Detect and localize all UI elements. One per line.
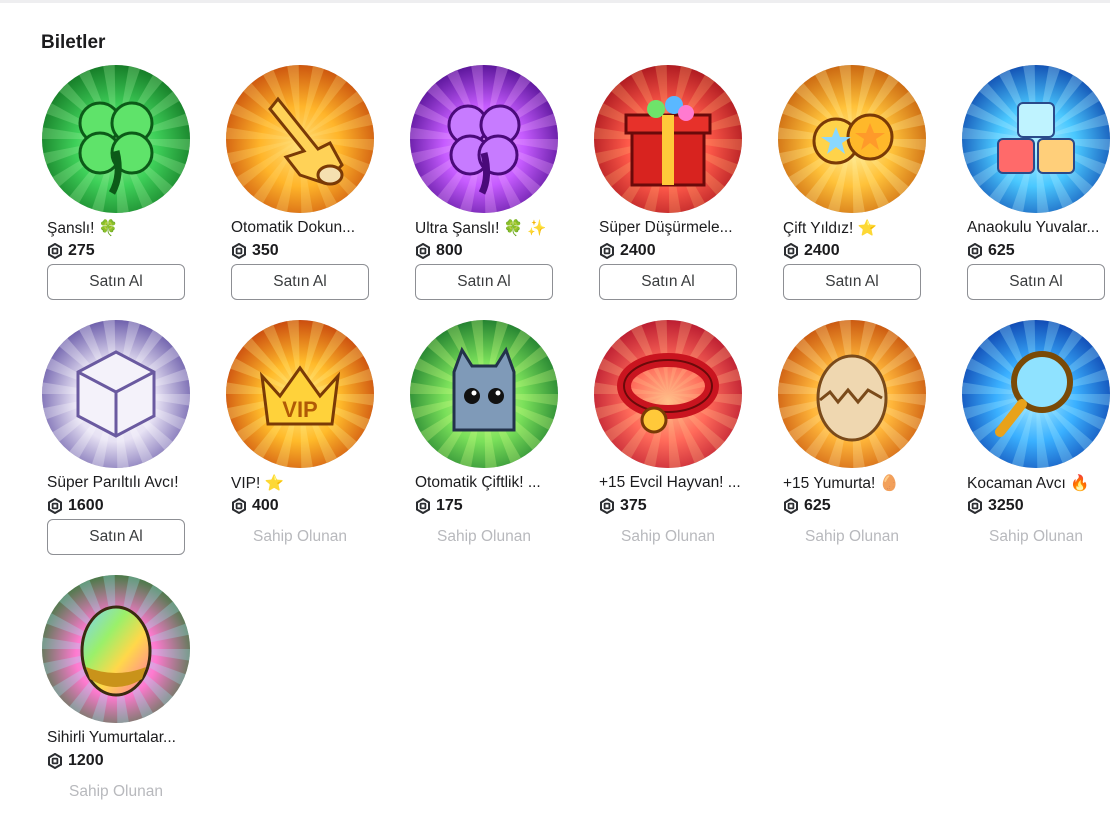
pass-name: Otomatik Çiftlik! ... [415, 474, 541, 491]
buy-button[interactable]: Satın Al [47, 264, 185, 300]
pass-price: 400 [252, 497, 279, 514]
section-title: Biletler [41, 32, 106, 53]
owned-label: Sahip Olunan [253, 528, 347, 545]
pass-thumbnail[interactable] [42, 65, 190, 213]
pass-price: 625 [988, 242, 1015, 259]
pass-card-7[interactable]: VIP VIP! ⭐ 400 Sahip Olunan [224, 318, 374, 568]
pass-thumbnail[interactable] [778, 65, 926, 213]
pass-card-9[interactable]: +15 Evcil Hayvan! ... 375 Sahip Olunan [592, 318, 742, 568]
pass-card-6[interactable]: Süper Parıltılı Avcı! 1600 Satın Al [40, 318, 190, 568]
robux-icon [232, 243, 246, 259]
pass-thumbnail[interactable] [42, 575, 190, 723]
shiny-dice-icon [76, 350, 156, 438]
pass-price: 2400 [620, 242, 656, 259]
robux-icon [600, 243, 614, 259]
buy-button[interactable]: Satın Al [415, 264, 553, 300]
price-row: 625 [967, 241, 1015, 261]
pass-card-12[interactable]: Sihirli Yumurtalar... 1200 Sahip Olunan [40, 573, 190, 823]
owned-label: Sahip Olunan [805, 528, 899, 545]
rainbow-egg-icon [80, 605, 152, 697]
pass-price: 175 [436, 497, 463, 514]
pass-name: Süper Düşürmele... [599, 219, 733, 236]
pass-price: 375 [620, 497, 647, 514]
buy-button[interactable]: Satın Al [599, 264, 737, 300]
robux-icon [416, 498, 430, 514]
pass-name: Kocaman Avcı 🔥 [967, 475, 1090, 492]
pass-card-0[interactable]: Şanslı! 🍀 275 Satın Al [40, 63, 190, 313]
owned-label: Sahip Olunan [437, 528, 531, 545]
owned-label: Sahip Olunan [621, 528, 715, 545]
pass-name: Anaokulu Yuvalar... [967, 219, 1100, 236]
buy-button[interactable]: Satın Al [783, 264, 921, 300]
pass-name: Ultra Şanslı! 🍀 ✨ [415, 220, 547, 237]
pass-name: Sihirli Yumurtalar... [47, 729, 176, 746]
buy-button[interactable]: Satın Al [47, 519, 185, 555]
pass-name: Otomatik Dokun... [231, 219, 356, 236]
robux-icon [48, 498, 62, 514]
pass-price: 1600 [68, 497, 104, 514]
pass-thumbnail[interactable] [410, 320, 558, 468]
pass-thumbnail[interactable] [42, 320, 190, 468]
robux-icon [784, 498, 798, 514]
price-row: 350 [231, 241, 279, 261]
pass-thumbnail[interactable] [962, 65, 1110, 213]
pass-price: 800 [436, 242, 463, 259]
buy-button[interactable]: Satın Al [231, 264, 369, 300]
pass-thumbnail[interactable]: VIP [226, 320, 374, 468]
pass-card-11[interactable]: Kocaman Avcı 🔥 3250 Sahip Olunan [960, 318, 1110, 568]
double-star-icon [812, 113, 894, 165]
pass-thumbnail[interactable] [962, 320, 1110, 468]
price-row: 375 [599, 496, 647, 516]
pass-price: 275 [68, 242, 95, 259]
pass-thumbnail[interactable] [226, 65, 374, 213]
top-divider [0, 0, 1110, 3]
price-row: 800 [415, 241, 463, 261]
owned-label: Sahip Olunan [989, 528, 1083, 545]
owned-label: Sahip Olunan [69, 783, 163, 800]
pass-card-3[interactable]: Süper Düşürmele... 2400 Satın Al [592, 63, 742, 313]
pass-price: 2400 [804, 242, 840, 259]
price-row: 175 [415, 496, 463, 516]
price-row: 625 [783, 496, 831, 516]
robux-icon [232, 498, 246, 514]
price-row: 1600 [47, 496, 104, 516]
price-row: 2400 [783, 241, 840, 261]
pass-thumbnail[interactable] [410, 65, 558, 213]
pass-card-1[interactable]: Otomatik Dokun... 350 Satın Al [224, 63, 374, 313]
pass-thumbnail[interactable] [594, 65, 742, 213]
cracked-egg-icon [816, 354, 888, 442]
price-row: 2400 [599, 241, 656, 261]
pass-card-4[interactable]: Çift Yıldız! ⭐ 2400 Satın Al [776, 63, 926, 313]
pass-price: 1200 [68, 752, 104, 769]
pass-name: VIP! ⭐ [231, 475, 284, 492]
pass-price: 625 [804, 497, 831, 514]
pass-name: +15 Evcil Hayvan! ... [599, 474, 741, 491]
robux-icon [48, 753, 62, 769]
pass-card-8[interactable]: Otomatik Çiftlik! ... 175 Sahip Olunan [408, 318, 558, 568]
pass-thumbnail[interactable] [778, 320, 926, 468]
robux-icon [784, 243, 798, 259]
pass-card-5[interactable]: Anaokulu Yuvalar... 625 Satın Al [960, 63, 1110, 313]
pass-name: Çift Yıldız! ⭐ [783, 220, 877, 237]
price-row: 400 [231, 496, 279, 516]
price-row: 275 [47, 241, 95, 261]
buy-button[interactable]: Satın Al [967, 264, 1105, 300]
pass-price: 350 [252, 242, 279, 259]
pass-name: +15 Yumurta! 🥚 [783, 475, 899, 492]
robux-icon [968, 243, 982, 259]
pass-card-2[interactable]: Ultra Şanslı! 🍀 ✨ 800 Satın Al [408, 63, 558, 313]
robux-icon [48, 243, 62, 259]
pass-thumbnail[interactable] [594, 320, 742, 468]
robux-icon [416, 243, 430, 259]
pass-price: 3250 [988, 497, 1024, 514]
price-row: 3250 [967, 496, 1024, 516]
robux-icon [600, 498, 614, 514]
pass-name: Şanslı! 🍀 [47, 220, 118, 237]
pass-name: Süper Parıltılı Avcı! [47, 474, 179, 491]
robux-icon [968, 498, 982, 514]
svg-text:VIP: VIP [282, 397, 317, 422]
pass-card-10[interactable]: +15 Yumurta! 🥚 625 Sahip Olunan [776, 318, 926, 568]
price-row: 1200 [47, 751, 104, 771]
